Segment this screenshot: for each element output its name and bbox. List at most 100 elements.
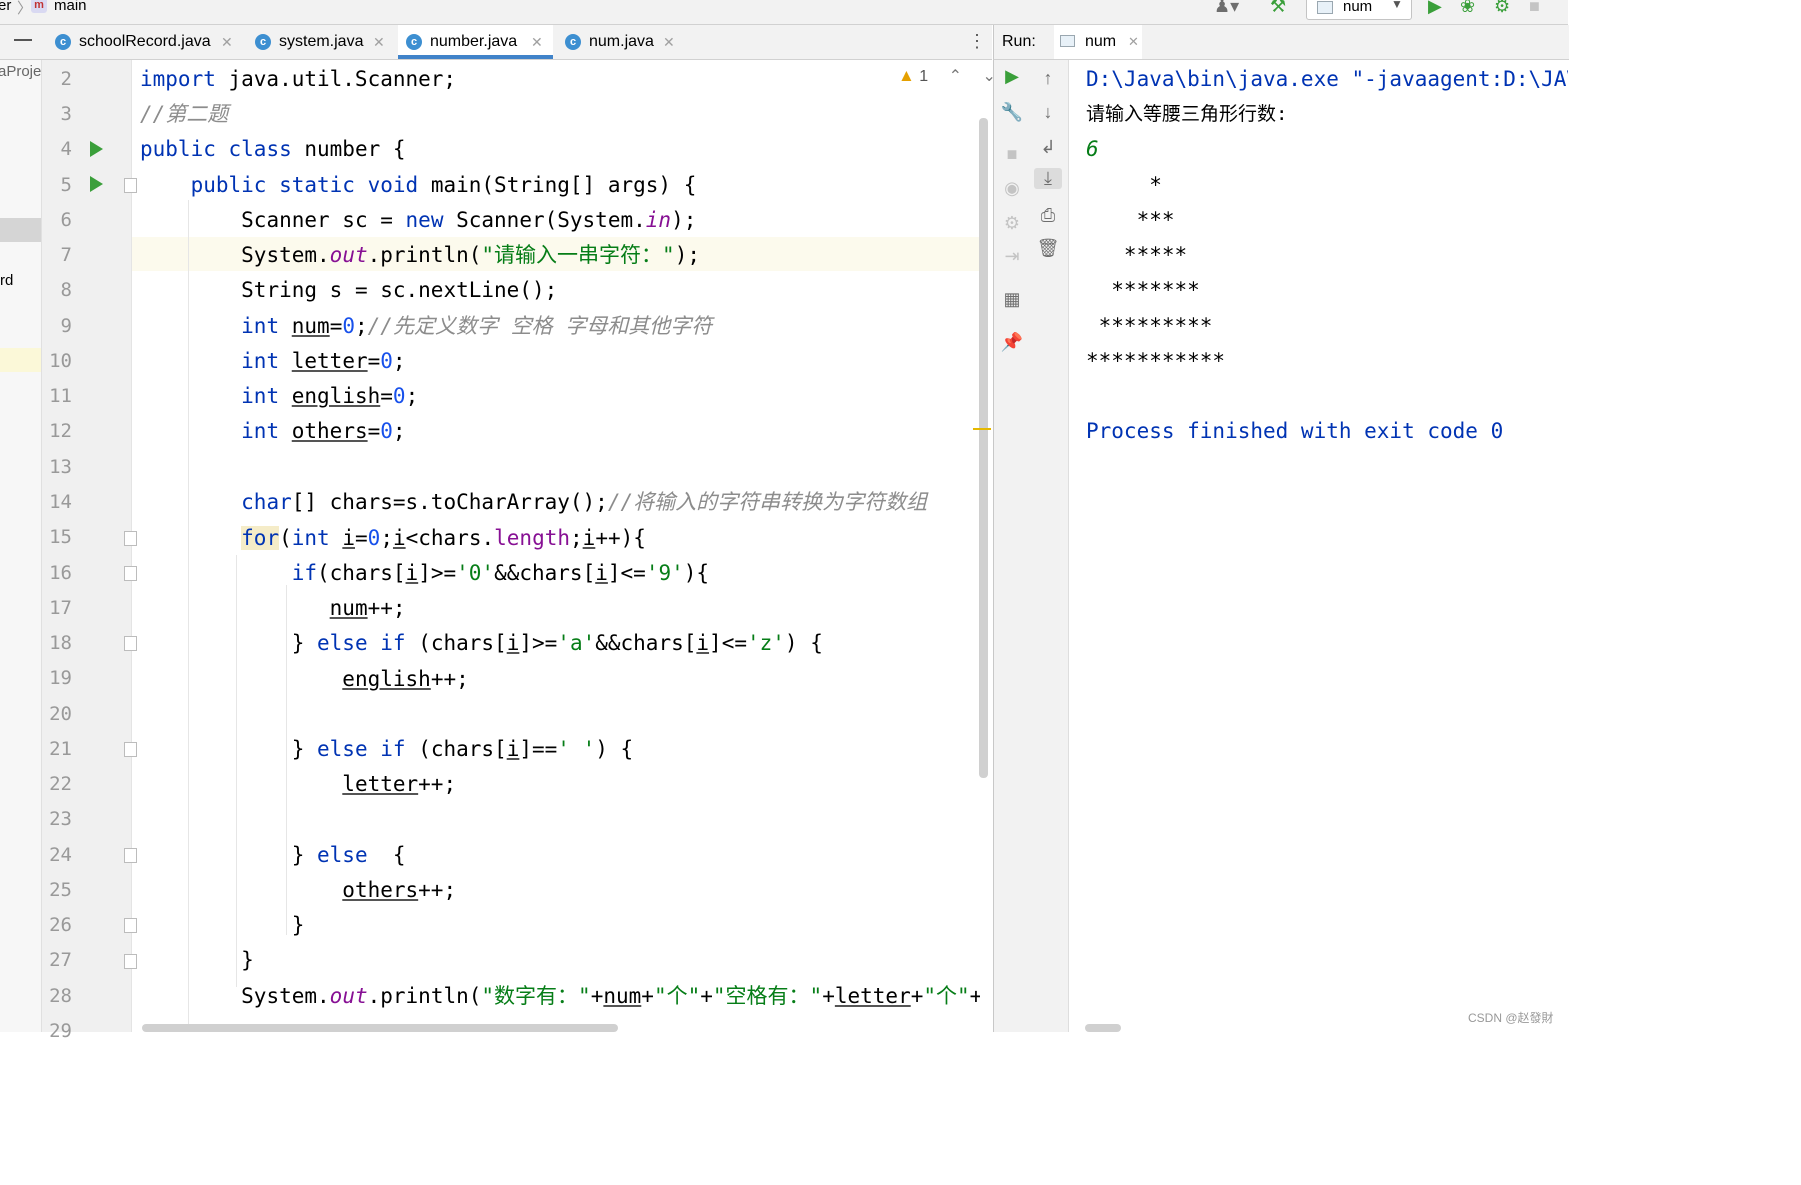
code-line-11: int english=0; (241, 384, 419, 408)
line-number: 2 (60, 68, 72, 90)
line-number: 12 (49, 420, 72, 442)
run-tab-num[interactable]: num ✕ (1054, 25, 1142, 59)
java-class-icon: c (55, 34, 71, 50)
console-output-line: ********* (1086, 314, 1213, 338)
project-tree-item-fragment[interactable]: rd (0, 272, 13, 289)
console-output-line: ***** (1086, 243, 1188, 267)
console-command-line: D:\Java\bin\java.exe "-javaagent:D:\JAVA (1086, 67, 1568, 91)
layout-icon[interactable]: ▦ (994, 289, 1030, 310)
stop-icon[interactable]: ■ (1529, 0, 1540, 16)
close-icon[interactable]: ✕ (663, 25, 675, 59)
console-horizontal-scrollbar[interactable] (1085, 1024, 1121, 1032)
code-line-4: public class number { (140, 137, 406, 161)
user-icon[interactable]: ♟▾ (1214, 0, 1239, 16)
camera-dump-icon[interactable]: ◉ (994, 178, 1030, 199)
print-icon[interactable]: ⎙ (1030, 205, 1066, 226)
build-hammer-icon[interactable]: ⚒ (1270, 0, 1286, 16)
code-line-14: char[] chars=s.toCharArray();//将输入的字符串转换… (241, 490, 928, 514)
line-number: 10 (49, 350, 72, 372)
exit-icon[interactable]: ⇥ (994, 246, 1030, 267)
code-line-8: String s = sc.nextLine(); (241, 278, 558, 302)
editor-horizontal-scrollbar[interactable] (142, 1024, 618, 1032)
line-number: 21 (49, 738, 72, 760)
code-line-5: public static void main(String[] args) { (190, 173, 697, 197)
warning-count: 1 (919, 68, 929, 85)
line-number: 26 (49, 914, 72, 936)
warning-stripe-marker[interactable] (973, 428, 991, 430)
code-line-2: import java.util.Scanner; (140, 67, 457, 91)
line-number: 17 (49, 597, 72, 619)
code-line-6: Scanner sc = new Scanner(System.in); (241, 208, 697, 232)
run-configuration-label: num (1343, 0, 1373, 15)
editor-tab-bar: c schoolRecord.java ✕ c system.java ✕ c … (0, 25, 992, 60)
rerun-icon[interactable]: ▶ (994, 66, 1030, 87)
stop-icon[interactable]: ■ (994, 144, 1030, 165)
selected-tree-row[interactable] (0, 218, 41, 242)
line-number: 14 (49, 491, 72, 513)
code-line-16: if(chars[i]>='0'&&chars[i]<='9'){ (291, 561, 710, 585)
code-line-26: } (291, 913, 305, 937)
console-user-input: 6 (1086, 137, 1099, 161)
minimize-icon[interactable] (14, 39, 32, 41)
trash-icon[interactable]: 🗑 (1030, 238, 1066, 259)
navigation-bar: er 〉 m main ♟▾ ⚒ num ▼ ▶ ❀ ⚙ ■ (0, 0, 1568, 25)
inspection-widget[interactable]: ▲ 1 ⌃ ⌄ (898, 66, 996, 86)
console-output-line: *** (1086, 208, 1175, 232)
line-number: 9 (60, 315, 72, 337)
code-line-7: System.out.println("请输入一串字符："); (241, 243, 700, 267)
run-icon[interactable]: ▶ (1428, 0, 1442, 16)
run-toolbar-primary: ▶ 🔧 ■ ◉ ⚙ ⇥ ▦ 📌 (993, 60, 1031, 1032)
line-number: 6 (60, 209, 72, 231)
run-with-coverage-icon[interactable]: ⚙ (1494, 0, 1510, 16)
project-tree-fragment[interactable]: aProje (0, 63, 41, 80)
close-icon[interactable]: ✕ (1128, 34, 1139, 50)
active-tab-indicator (398, 55, 553, 59)
line-number: 8 (60, 279, 72, 301)
line-number: 19 (49, 667, 72, 689)
line-number: 20 (49, 703, 72, 725)
tab-num-java[interactable]: c num.java ✕ (565, 25, 681, 59)
tab-schoolrecord-java[interactable]: c schoolRecord.java ✕ (55, 25, 235, 59)
scroll-to-end-icon[interactable]: ⤓ (1034, 168, 1062, 189)
code-line-21: } else if (chars[i]==' ') { (291, 737, 634, 761)
editor-vertical-scrollbar[interactable] (979, 118, 988, 778)
editor-gutter: 2 3 4 5 6 7 8 9 10 11 12 13 14 15 16 17 … (42, 60, 137, 1042)
tab-list-menu-icon[interactable]: ⋮ (968, 31, 986, 52)
code-line-27: } (241, 948, 254, 972)
close-icon[interactable]: ✕ (531, 25, 543, 59)
debug-bug-icon[interactable]: ❀ (1460, 0, 1475, 16)
previous-highlight-icon[interactable]: ⌃ (949, 68, 962, 85)
console-output[interactable]: D:\Java\bin\java.exe "-javaagent:D:\JAVA… (1069, 60, 1568, 1032)
tab-system-java[interactable]: c system.java ✕ (255, 25, 387, 59)
arrow-up-icon[interactable]: ↑ (1030, 68, 1066, 89)
application-config-icon (1060, 35, 1075, 47)
line-number: 16 (49, 562, 72, 584)
tab-label: num.java (589, 33, 654, 50)
pin-icon[interactable]: 📌 (994, 332, 1030, 353)
debug-settings-icon[interactable]: ⚙ (994, 213, 1030, 234)
soft-wrap-icon[interactable]: ↲ (1030, 137, 1066, 158)
line-number: 4 (60, 138, 72, 160)
tab-number-java[interactable]: c number.java ✕ (398, 25, 553, 59)
run-main-icon[interactable] (90, 176, 103, 192)
close-icon[interactable]: ✕ (221, 25, 233, 59)
console-output-line: * (1086, 173, 1162, 197)
code-editor[interactable]: import java.util.Scanner; //第二题 public c… (132, 60, 980, 1032)
line-number: 7 (60, 244, 72, 266)
run-configuration-select[interactable]: num ▼ (1306, 0, 1412, 20)
java-class-icon: c (255, 34, 271, 50)
run-class-icon[interactable] (90, 141, 103, 157)
run-tool-window-header: Run: num ✕ (993, 25, 1569, 60)
arrow-down-icon[interactable]: ↓ (1030, 102, 1066, 123)
java-class-icon: c (565, 34, 581, 50)
tab-label: system.java (279, 33, 364, 50)
code-line-3: //第二题 (140, 102, 229, 126)
close-icon[interactable]: ✕ (373, 25, 385, 59)
project-panel-edge[interactable]: aProje rd (0, 60, 42, 1032)
breadcrumb-project[interactable]: er (0, 0, 11, 14)
wrench-settings-icon[interactable]: 🔧 (994, 102, 1030, 123)
line-number: 25 (49, 879, 72, 901)
line-number: 22 (49, 773, 72, 795)
breadcrumb-module[interactable]: main (54, 0, 87, 14)
console-output-line: ******* (1086, 278, 1200, 302)
